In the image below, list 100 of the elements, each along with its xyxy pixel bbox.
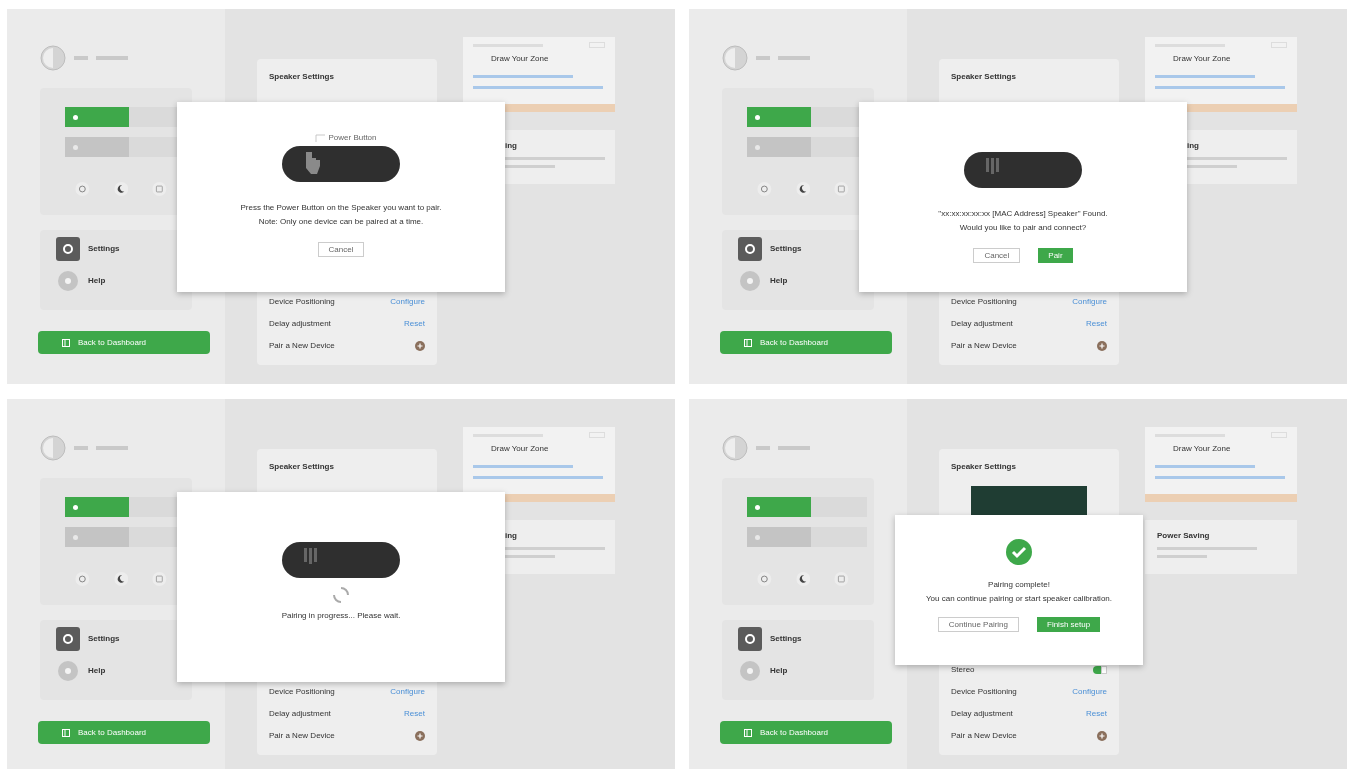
toggle-switch[interactable] (1093, 666, 1107, 674)
blurred-user-text (74, 446, 88, 450)
dot-icon (73, 144, 78, 150)
dialog-message: Pairing complete! (988, 579, 1050, 591)
leader-line (315, 134, 326, 142)
power-icon (757, 569, 772, 589)
back-button[interactable]: Back to Dashboard (38, 331, 210, 354)
dialog-button[interactable]: Finish setup (1037, 617, 1101, 632)
menu-item[interactable]: Help (738, 269, 858, 293)
power-icon (75, 179, 90, 199)
moon-icon (113, 569, 129, 589)
menu-label: Settings (770, 633, 802, 645)
card-title: Draw Your Zone (1172, 443, 1232, 455)
dialog-button[interactable]: Pair (1038, 248, 1073, 263)
menu-label: Help (88, 275, 106, 287)
callout-label: Power Button (328, 132, 377, 144)
mode-option[interactable] (65, 107, 129, 127)
card-title: Speaker Settings (951, 461, 1017, 473)
dialog-button[interactable]: Continue Pairing (937, 617, 1019, 632)
action-link[interactable]: Configure (1072, 686, 1107, 698)
card-title: Power Saving (1157, 530, 1211, 542)
dialog-button[interactable]: Cancel (973, 248, 1021, 263)
mode-option[interactable] (65, 497, 129, 517)
menu-label: Help (770, 665, 788, 677)
avatar-icon (40, 435, 66, 461)
blurred-link-text[interactable] (1155, 86, 1285, 89)
action-link[interactable]: Reset (404, 708, 425, 720)
dashboard-icon (62, 728, 70, 737)
setting-label: Device Positioning (951, 296, 1017, 308)
menu-item[interactable]: Settings (56, 627, 176, 651)
dialog-button[interactable]: Cancel (317, 242, 365, 257)
blurred-link-text[interactable] (473, 86, 603, 89)
mode-option[interactable] (747, 497, 811, 517)
blurred-link-text[interactable] (1155, 465, 1255, 468)
blurred-user-text (96, 56, 128, 60)
settings-icon (738, 627, 762, 651)
dot-icon (755, 144, 760, 150)
dot-icon (755, 504, 760, 510)
blurred-link-text[interactable] (473, 75, 573, 78)
back-button[interactable]: Back to Dashboard (38, 721, 210, 744)
mode-option[interactable] (65, 527, 129, 547)
card-title: Speaker Settings (269, 461, 335, 473)
add-icon (1097, 341, 1107, 351)
menu-label: Help (88, 665, 106, 677)
check-icon (1006, 539, 1032, 565)
card-title: Speaker Settings (269, 71, 335, 83)
moon-icon (113, 179, 129, 199)
power-icon (757, 179, 772, 199)
setting-label: Pair a New Device (951, 730, 1017, 742)
blurred-link-text[interactable] (473, 476, 603, 479)
help-icon (56, 659, 80, 683)
dashboard-icon (744, 728, 752, 737)
card-title: Draw Your Zone (490, 53, 550, 65)
dot-icon (73, 534, 78, 540)
help-icon (738, 269, 762, 293)
dashboard-icon (744, 338, 752, 347)
add-icon (1097, 731, 1107, 741)
blurred-link-text[interactable] (473, 465, 573, 468)
add-icon (415, 731, 425, 741)
avatar-icon (722, 435, 748, 461)
avatar-icon (722, 45, 748, 71)
mode-option[interactable] (747, 137, 811, 157)
menu-item[interactable]: Settings (56, 237, 176, 261)
blurred-link-text[interactable] (1155, 75, 1255, 78)
mode-option[interactable] (747, 527, 811, 547)
back-button[interactable]: Back to Dashboard (720, 331, 892, 354)
back-button[interactable]: Back to Dashboard (720, 721, 892, 744)
dot-icon (755, 114, 760, 120)
menu-label: Settings (88, 633, 120, 645)
menu-item[interactable]: Settings (738, 627, 858, 651)
menu-item[interactable]: Settings (738, 237, 858, 261)
mode-option[interactable] (65, 137, 129, 157)
dashboard-icon (62, 338, 70, 347)
blurred-link-text[interactable] (1155, 476, 1285, 479)
card-title: Draw Your Zone (1172, 53, 1232, 65)
action-link[interactable]: Reset (1086, 318, 1107, 330)
blurred-user-text (74, 56, 88, 60)
mode-option[interactable] (747, 107, 811, 127)
menu-item[interactable]: Help (738, 659, 858, 683)
setting-label: Device Positioning (269, 686, 335, 698)
setting-label: Device Positioning (269, 296, 335, 308)
action-link[interactable]: Reset (1086, 708, 1107, 720)
card-title: Draw Your Zone (490, 443, 550, 455)
help-icon (738, 659, 762, 683)
action-link[interactable]: Configure (390, 296, 425, 308)
dot-icon (73, 114, 78, 120)
dialog-message: "xx:xx:xx:xx:xx [MAC Address] Speaker" Found. (938, 208, 1108, 220)
settings-icon (738, 237, 762, 261)
action-link[interactable]: Configure (1072, 296, 1107, 308)
action-link[interactable]: Reset (404, 318, 425, 330)
setting-label: Pair a New Device (951, 340, 1017, 352)
setting-label: Delay adjustment (951, 708, 1013, 720)
menu-item[interactable]: Help (56, 659, 176, 683)
blurred-user-text (756, 446, 770, 450)
action-link[interactable]: Configure (390, 686, 425, 698)
menu-item[interactable]: Help (56, 269, 176, 293)
card-title: Speaker Settings (951, 71, 1017, 83)
blurred-user-text (756, 56, 770, 60)
menu-label: Help (770, 275, 788, 287)
settings-icon (56, 237, 80, 261)
